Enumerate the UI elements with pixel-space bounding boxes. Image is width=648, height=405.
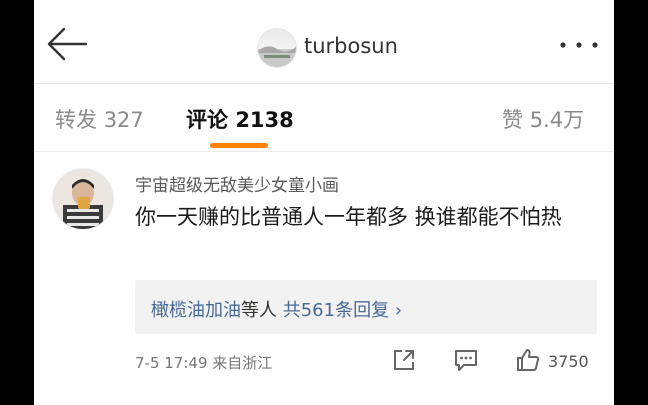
tab-bar: 转发 327 评论 2138 赞 5.4万 bbox=[34, 84, 614, 150]
reply-count[interactable]: 共561条回复 bbox=[283, 300, 389, 321]
tab-comment[interactable]: 评论 2138 bbox=[186, 104, 294, 134]
reply-users-suffix: 等人 bbox=[241, 300, 277, 321]
comment-meta: 7-5 17:49 来自浙江 bbox=[135, 352, 272, 373]
chevron-right-icon: › bbox=[394, 300, 403, 321]
tab-count: 327 bbox=[103, 108, 144, 132]
active-tab-indicator bbox=[210, 143, 268, 148]
commenter-name[interactable]: 宇宙超级无敌美少女童小画 bbox=[135, 171, 339, 196]
comment-icon bbox=[455, 350, 477, 371]
poster-username[interactable]: turbosun bbox=[304, 34, 398, 58]
like-button[interactable] bbox=[514, 346, 542, 378]
tab-count: 2138 bbox=[235, 108, 294, 132]
tab-count: 5.4万 bbox=[529, 108, 585, 132]
comment-text: 你一天赚的比普通人一年都多 换谁都能不怕热 bbox=[135, 205, 562, 229]
tab-label: 评论 bbox=[186, 108, 228, 132]
top-bar: turbosun bbox=[34, 0, 614, 82]
tab-label: 转发 bbox=[55, 108, 97, 132]
tab-label: 赞 bbox=[502, 108, 523, 132]
landscape-avatar-image bbox=[258, 46, 296, 67]
reply-users[interactable]: 橄榄油加油 bbox=[151, 300, 241, 321]
tab-repost[interactable]: 转发 327 bbox=[55, 104, 144, 134]
weibo-comments-screen: turbosun 转发 327 评论 2138 赞 5.4万 宇宙超级无敌美少女… bbox=[34, 0, 614, 405]
more-dots-icon bbox=[560, 42, 598, 48]
more-button[interactable] bbox=[556, 32, 602, 58]
replies-link[interactable]: 橄榄油加油等人 共561条回复 › bbox=[151, 296, 402, 322]
divider bbox=[34, 151, 614, 152]
share-icon bbox=[394, 350, 414, 370]
tab-like[interactable]: 赞 5.4万 bbox=[502, 104, 584, 134]
comment-time: 7-5 17:49 bbox=[135, 354, 208, 372]
person-avatar-image bbox=[53, 169, 113, 229]
reply-button[interactable] bbox=[452, 346, 480, 378]
poster-avatar[interactable] bbox=[257, 28, 297, 68]
comment-location: 来自浙江 bbox=[212, 354, 273, 372]
thumbs-up-icon bbox=[517, 349, 540, 371]
back-button[interactable] bbox=[46, 26, 88, 62]
replies-preview[interactable]: 橄榄油加油等人 共561条回复 › bbox=[135, 280, 597, 334]
commenter-avatar[interactable] bbox=[52, 168, 114, 230]
share-button[interactable] bbox=[390, 346, 418, 378]
back-arrow-icon bbox=[47, 27, 88, 61]
like-count: 3750 bbox=[548, 352, 589, 371]
